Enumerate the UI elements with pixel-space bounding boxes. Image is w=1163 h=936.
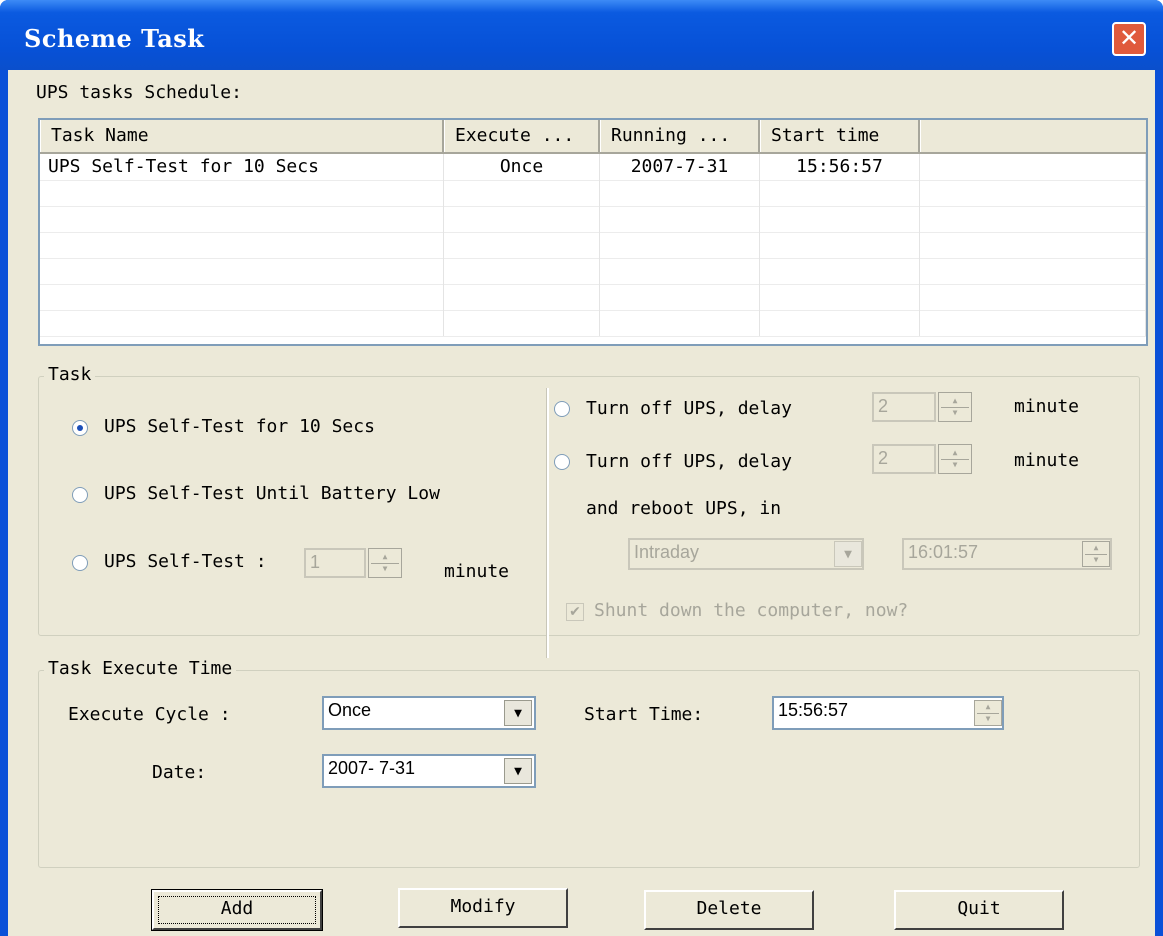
task-group-title: Task [44, 364, 96, 385]
self-test-minutes-input: 1 [304, 548, 366, 578]
start-time-input[interactable]: 15:56:57 [772, 696, 1004, 730]
column-execute[interactable]: Execute ... [444, 120, 600, 152]
quit-button[interactable]: Quit [894, 890, 1064, 930]
execute-cycle-label: Execute Cycle : [68, 704, 231, 725]
dialog-body: UPS tasks Schedule: Task Name Execute ..… [8, 70, 1155, 936]
table-row[interactable]: UPS Self-Test for 10 Secs Once 2007-7-31… [40, 154, 1146, 181]
close-button[interactable]: ✕ [1112, 22, 1146, 56]
execute-cycle-dropdown-icon[interactable]: ▼ [504, 700, 532, 726]
window-title: Scheme Task [24, 24, 205, 53]
label-turn-off-reboot: Turn off UPS, delay [586, 451, 792, 472]
reboot-mode-dropdown-icon: ▼ [834, 541, 862, 567]
column-task-name[interactable]: Task Name [40, 120, 444, 152]
date-dropdown-icon[interactable]: ▼ [504, 758, 532, 784]
column-start-time[interactable]: Start time [760, 120, 920, 152]
table-row-empty [40, 206, 1146, 233]
self-test-minutes-unit: minute [444, 561, 510, 582]
cell-execute: Once [444, 154, 600, 180]
cell-running: 2007-7-31 [600, 154, 760, 180]
turn-off-reboot-delay-input: 2 [872, 444, 936, 474]
cell-start-time: 15:56:57 [760, 154, 920, 180]
date-label: Date: [152, 762, 207, 783]
table-row-empty [40, 180, 1146, 207]
radio-self-test-10[interactable] [72, 420, 88, 436]
table-row-empty [40, 258, 1146, 285]
cell-blank [920, 154, 1146, 180]
column-blank [920, 120, 1146, 152]
radio-self-test-battery[interactable] [72, 487, 88, 503]
delete-button[interactable]: Delete [644, 890, 814, 930]
shutdown-checkbox: ✔ [566, 603, 584, 621]
modify-button[interactable]: Modify [398, 888, 568, 928]
add-button[interactable]: Add [151, 889, 323, 931]
schedule-list[interactable]: Task Name Execute ... Running ... Start … [38, 118, 1148, 346]
label-self-test-minutes: UPS Self-Test : [104, 551, 267, 572]
turn-off-delay-input: 2 [872, 392, 936, 422]
label-turn-off: Turn off UPS, delay [586, 398, 792, 419]
turn-off-reboot-unit: minute [1014, 450, 1080, 471]
table-row-empty [40, 232, 1146, 259]
reboot-time-input: 16:01:57 [902, 538, 1112, 570]
execute-time-group-title: Task Execute Time [44, 658, 237, 679]
scheme-task-window: Scheme Task ✕ UPS tasks Schedule: Task N… [0, 0, 1163, 936]
cell-task-name: UPS Self-Test for 10 Secs [40, 154, 444, 180]
start-time-spinner[interactable]: ▲ ▼ [974, 700, 1002, 726]
label-self-test-10: UPS Self-Test for 10 Secs [104, 416, 375, 437]
start-time-label: Start Time: [584, 704, 704, 725]
turn-off-reboot-delay-spinner: ▲ ▼ [938, 444, 972, 474]
task-divider [546, 388, 549, 658]
reboot-label: and reboot UPS, in [586, 498, 782, 519]
reboot-mode-select: Intraday [628, 538, 864, 570]
schedule-label: UPS tasks Schedule: [36, 82, 242, 103]
turn-off-delay-spinner: ▲ ▼ [938, 392, 972, 422]
table-row-empty [40, 310, 1146, 337]
self-test-minutes-spinner: ▲ ▼ [368, 548, 402, 578]
label-self-test-battery: UPS Self-Test Until Battery Low [104, 483, 440, 504]
radio-turn-off-reboot[interactable] [554, 454, 570, 470]
table-row-empty [40, 284, 1146, 311]
shutdown-label: Shunt down the computer, now? [594, 600, 909, 621]
title-bar[interactable]: Scheme Task ✕ [0, 0, 1163, 70]
turn-off-unit: minute [1014, 396, 1080, 417]
reboot-time-spinner: ▲ ▼ [1082, 541, 1110, 567]
radio-turn-off[interactable] [554, 401, 570, 417]
column-running[interactable]: Running ... [600, 120, 760, 152]
schedule-header: Task Name Execute ... Running ... Start … [40, 120, 1146, 154]
radio-self-test-minutes[interactable] [72, 555, 88, 571]
